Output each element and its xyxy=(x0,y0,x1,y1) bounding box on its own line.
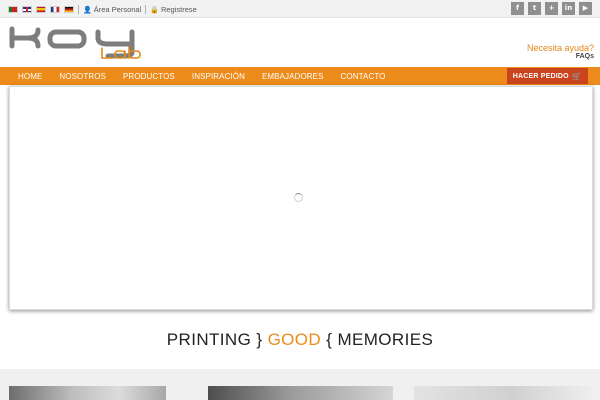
tagline-brace-open: { xyxy=(326,330,333,349)
tagline: PRINTING } GOOD { MEMORIES xyxy=(0,330,600,350)
youtube-icon[interactable]: ▶ xyxy=(579,2,592,15)
featured-image-1[interactable] xyxy=(9,386,166,400)
nav-menu: HOME NOSOTROS PRODUCTOS INSPIRACIÓN EMBA… xyxy=(18,67,403,85)
nav-item-nosotros[interactable]: NOSOTROS xyxy=(59,72,106,81)
divider xyxy=(78,5,79,14)
loading-spinner-icon xyxy=(294,193,303,202)
tagline-memories: MEMORIES xyxy=(337,330,434,349)
social-links: f t + in ▶ xyxy=(511,2,592,15)
gb-flag-icon[interactable] xyxy=(22,6,32,13)
area-personal-label: Área Personal xyxy=(93,5,142,14)
lock-icon: 🔒 xyxy=(150,6,159,14)
divider xyxy=(145,5,147,14)
de-flag-icon[interactable] xyxy=(64,6,74,13)
language-selector: 👤 Área Personal 🔒 Registrese xyxy=(8,5,197,14)
cart-icon: 🛒 xyxy=(571,71,582,81)
facebook-icon[interactable]: f xyxy=(511,2,524,15)
koy-lab-logo[interactable] xyxy=(8,26,148,62)
main-nav: HOME NOSOTROS PRODUCTOS INSPIRACIÓN EMBA… xyxy=(0,67,600,85)
nav-item-inspiracion[interactable]: INSPIRACIÓN xyxy=(192,72,245,81)
pt-flag-icon[interactable] xyxy=(8,6,18,13)
faqs-link[interactable]: FAQs xyxy=(527,53,594,60)
featured-image-2[interactable] xyxy=(208,386,393,400)
nav-item-productos[interactable]: PRODUCTOS xyxy=(123,72,175,81)
area-personal-link[interactable]: 👤 Área Personal xyxy=(83,5,141,14)
logo-koy-mark xyxy=(9,26,135,59)
hacer-pedido-button[interactable]: HACER PEDIDO 🛒 xyxy=(506,68,588,84)
featured-image-3[interactable] xyxy=(414,386,592,400)
nav-item-embajadores[interactable]: EMBAJADORES xyxy=(262,72,324,81)
tagline-brace-close: } xyxy=(256,330,263,349)
tagline-good: GOOD xyxy=(267,330,322,349)
help-question[interactable]: Necesita ayuda? xyxy=(527,43,594,53)
google-plus-icon[interactable]: + xyxy=(545,2,558,15)
nav-item-contacto[interactable]: CONTACTO xyxy=(341,72,386,81)
featured-section xyxy=(0,369,600,400)
tagline-printing: PRINTING xyxy=(166,330,252,349)
hacer-pedido-label: HACER PEDIDO xyxy=(512,72,569,80)
registrese-label: Registrese xyxy=(160,5,197,14)
twitter-icon[interactable]: t xyxy=(528,2,541,15)
es-flag-icon[interactable] xyxy=(36,6,46,13)
user-icon: 👤 xyxy=(83,6,92,14)
help-box: Necesita ayuda? FAQs xyxy=(527,43,594,60)
nav-item-home[interactable]: HOME xyxy=(18,72,42,81)
linkedin-icon[interactable]: in xyxy=(562,2,575,15)
fr-flag-icon[interactable] xyxy=(50,6,60,13)
top-bar: 👤 Área Personal 🔒 Registrese f t + in ▶ xyxy=(0,0,600,18)
registrese-link[interactable]: 🔒 Registrese xyxy=(150,5,197,14)
